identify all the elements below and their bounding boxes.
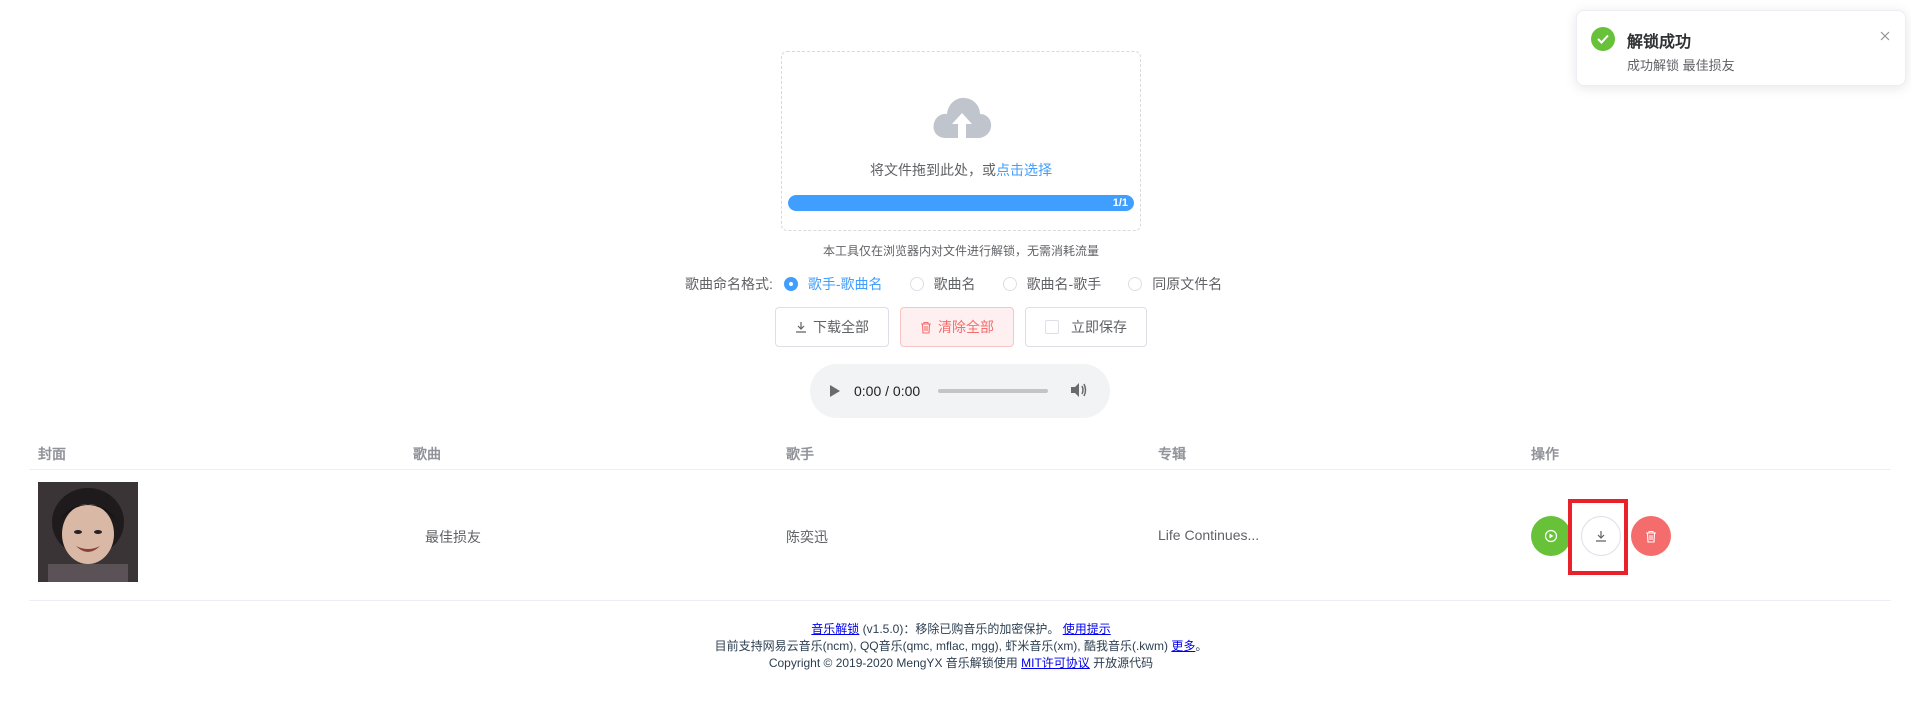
notification-message: 成功解锁 最佳损友 [1627,58,1735,73]
footer-line-3: Copyright © 2019-2020 MengYX 音乐解锁使用 MIT许… [768,656,1154,670]
songs-table: 封面 歌曲 歌手 专辑 操作 最佳损友 陈奕迅 Life Continues..… [29,430,1891,601]
radio-artist-title[interactable]: 歌手-歌曲名 [783,274,883,294]
save-now-checkbox[interactable]: 立即保存 [1025,307,1147,347]
action-buttons: 下载全部 清除全部 立即保存 [775,307,1158,347]
audio-time: 0:00 / 0:00 [854,383,921,399]
delete-button[interactable] [1631,516,1671,556]
checkbox-indicator[interactable] [1045,320,1059,334]
close-icon[interactable] [1879,29,1891,45]
audio-seek-bar[interactable] [938,389,1049,393]
success-notification: 解锁成功 成功解锁 最佳损友 [1576,10,1906,86]
footer: 音乐解锁 (v1.5.0)：移除已购音乐的加密保护。 使用提示 目前支持网易云音… [0,621,1911,672]
radio-title-artist[interactable]: 歌曲名-歌手 [1002,274,1101,294]
radio-title[interactable]: 歌曲名 [909,274,976,294]
more-link[interactable]: 更多 [1171,639,1195,653]
table-row: 最佳损友 陈奕迅 Life Continues... [29,470,1891,601]
clear-all-button[interactable]: 清除全部 [900,307,1014,347]
header-cover: 封面 [38,446,66,462]
upload-progress-label: 1/1 [1112,197,1128,209]
upload-progress-bar: 1/1 [788,195,1134,211]
header-artist: 歌手 [786,446,814,462]
radio-indicator[interactable] [1128,277,1143,291]
footer-line-2: 目前支持网易云音乐(ncm), QQ音乐(qmc, mflac, mgg), 虾… [714,639,1208,653]
success-check-icon [1591,27,1615,51]
download-all-button[interactable]: 下载全部 [775,307,889,347]
upload-dropzone[interactable]: 将文件拖到此处，或点击选择 1/1 [781,51,1141,231]
radio-original-filename[interactable]: 同原文件名 [1128,274,1222,294]
radio-indicator[interactable] [909,277,924,291]
song-artist: 陈奕迅 [786,529,828,545]
album-cover-image [38,482,138,582]
footer-line-1: 音乐解锁 (v1.5.0)：移除已购音乐的加密保护。 使用提示 [811,622,1111,636]
song-album: Life Continues... [1158,527,1260,543]
download-icon [795,321,807,333]
mit-license-link[interactable]: MIT许可协议 [1021,656,1090,670]
play-button[interactable] [1531,516,1571,556]
radio-indicator[interactable] [783,277,798,291]
radio-indicator[interactable] [1002,277,1017,291]
usage-tips-link[interactable]: 使用提示 [1063,622,1111,636]
song-title: 最佳损友 [425,529,481,545]
audio-play-icon[interactable] [830,385,840,397]
naming-format-label: 歌曲命名格式: [685,276,773,292]
naming-format-group: 歌曲命名格式: 歌手-歌曲名 歌曲名 歌曲名-歌手 同原文件名 [685,274,1249,294]
play-circle-icon [1544,529,1558,543]
music-unlock-link[interactable]: 音乐解锁 [811,622,859,636]
header-album: 专辑 [1158,446,1186,462]
volume-icon[interactable] [1070,382,1088,401]
cloud-upload-icon [933,97,992,138]
trash-icon [1646,530,1656,543]
header-actions: 操作 [1531,446,1559,462]
upload-progress-fill: 1/1 [788,195,1134,211]
select-file-link[interactable]: 点击选择 [996,162,1052,178]
audio-player: 0:00 / 0:00 [810,364,1110,418]
table-header: 封面 歌曲 歌手 专辑 操作 [29,430,1891,470]
header-song: 歌曲 [413,446,441,462]
privacy-tip: 本工具仅在浏览器内对文件进行解锁，无需消耗流量 [822,244,1099,258]
trash-icon [920,321,932,334]
upload-instruction: 将文件拖到此处，或点击选择 [870,162,1052,178]
download-highlight-box [1568,499,1628,575]
notification-title: 解锁成功 [1627,34,1692,51]
